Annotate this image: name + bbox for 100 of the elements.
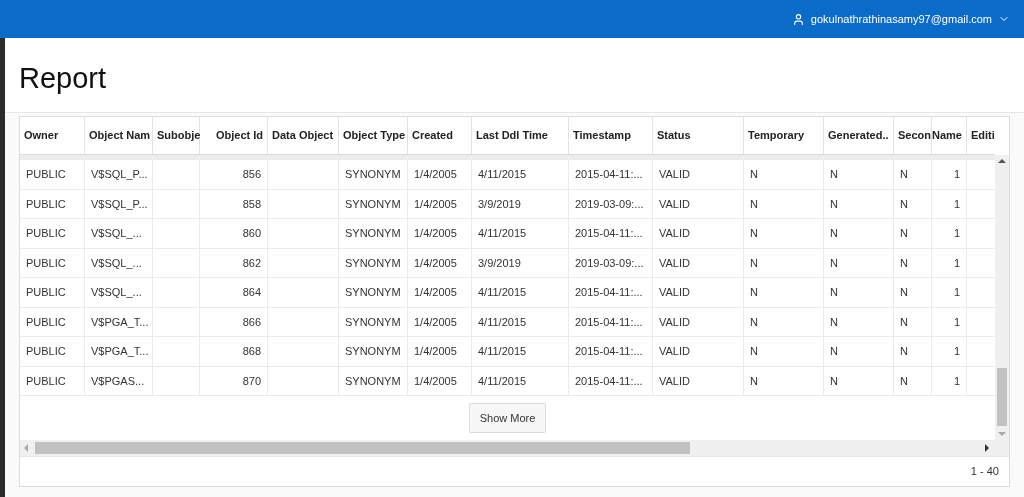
column-header[interactable]: Temporary (744, 117, 824, 154)
table-cell-text: SYNONYM (345, 373, 401, 389)
table-cell-text: VALID (659, 314, 690, 330)
scroll-thumb[interactable] (997, 368, 1007, 426)
table-cell-text: N (900, 314, 908, 330)
table-cell-text: 868 (242, 344, 261, 359)
table-cell-text: N (830, 167, 838, 182)
table-cell-text: VALID (659, 373, 690, 389)
table-cell-text: V$SQL_... (91, 255, 142, 271)
table-cell-text: PUBLIC (26, 196, 66, 212)
table-cell-text: VALID (659, 196, 690, 212)
scroll-thumb[interactable] (35, 442, 690, 454)
pagination-range: 1 - 40 (970, 464, 999, 480)
table-cell-text: PUBLIC (26, 285, 66, 300)
table-cell-text: N (750, 373, 758, 389)
page-title: Report (18, 61, 108, 96)
table-cell-text: 4/11/2015 (478, 226, 527, 241)
table-cell-text: 3/9/2019 (478, 196, 521, 212)
table-cell-text: 866 (242, 314, 261, 330)
table-cell-text: 862 (242, 255, 261, 271)
column-header[interactable]: Created (408, 117, 472, 154)
table-cell-text: N (750, 167, 758, 182)
table-cell-text: N (830, 226, 838, 241)
table-cell-text: 1/4/2005 (414, 314, 457, 330)
table-cell-text: VALID (659, 255, 690, 271)
table-cell-text: 2015-04-11:... (575, 226, 643, 241)
table-cell-text: 1/4/2005 (414, 226, 457, 241)
table-cell-text: PUBLIC (26, 255, 66, 271)
table-cell-text: VALID (659, 226, 690, 241)
table-cell-text: 870 (242, 373, 261, 389)
column-header[interactable]: Subobje (153, 117, 200, 154)
table-cell-text: N (750, 285, 758, 300)
table-cell-text: 4/11/2015 (478, 344, 527, 359)
table-cell-text: N (750, 226, 758, 241)
table-cell-text: SYNONYM (345, 167, 401, 182)
vertical-scrollbar[interactable] (995, 155, 1009, 440)
table-cell-text: N (830, 344, 838, 359)
table-cell-text: N (900, 226, 908, 241)
table-cell-text: N (750, 314, 758, 330)
table-cell-text: 1 (953, 314, 960, 330)
table-cell-text: N (900, 373, 908, 389)
table-cell-text: V$SQL_... (91, 226, 142, 241)
table-cell-text: 1/4/2005 (414, 373, 457, 389)
table-cell-text: 2015-04-11:... (575, 314, 643, 330)
table-cell-text: VALID (659, 167, 690, 182)
table-cell-text: 1 (953, 285, 960, 300)
user-menu[interactable]: gokulnathrathinasamy97@gmail.com (791, 10, 1010, 28)
column-header[interactable]: Object Id (200, 117, 268, 154)
column-header[interactable]: Last Ddl Time (472, 117, 569, 154)
table-cell-text: V$PGA_T... (91, 314, 149, 330)
table-cell-text: N (900, 285, 908, 300)
show-more-button[interactable]: Show More (468, 403, 547, 433)
table-cell-text: N (830, 285, 838, 300)
horizontal-scrollbar[interactable] (20, 440, 1009, 456)
table-cell-text: SYNONYM (345, 285, 401, 300)
table-cell-text: 1/4/2005 (414, 196, 457, 212)
table-cell-text: 4/11/2015 (478, 285, 527, 300)
table-cell-text: 860 (242, 226, 261, 241)
table-cell-text: 3/9/2019 (478, 255, 521, 271)
table-cell-text: N (900, 196, 908, 212)
table-cell-text: 2015-04-11:... (575, 344, 643, 359)
table-cell-text: V$PGA_T... (91, 344, 149, 359)
column-header[interactable]: Secon (894, 117, 932, 154)
column-header[interactable]: Data Object (268, 117, 339, 154)
table-cell-text: 1/4/2005 (414, 255, 457, 271)
table-cell-text: SYNONYM (345, 255, 401, 271)
scroll-left-icon[interactable] (24, 444, 28, 452)
table-cell-text: PUBLIC (26, 167, 66, 182)
table-cell-text: VALID (659, 285, 690, 300)
column-header[interactable]: Editi (967, 117, 995, 154)
table-cell-text: SYNONYM (345, 344, 401, 359)
column-header[interactable]: Object Nam (85, 117, 153, 154)
table-cell-text: V$SQL_P... (91, 196, 148, 212)
table-cell-text: 2019-03-09:... (575, 196, 644, 212)
table-cell-text: PUBLIC (26, 344, 66, 359)
table-cell-text: N (900, 167, 908, 182)
column-header[interactable]: Generated.. (824, 117, 894, 154)
table-cell-text: V$SQL_... (91, 285, 142, 300)
table-cell-text: N (750, 196, 758, 212)
table-cell-text: 1 (953, 196, 960, 212)
table-cell-text: 4/11/2015 (478, 167, 527, 182)
column-header[interactable]: Owner (20, 117, 85, 154)
scroll-down-icon[interactable] (998, 432, 1006, 436)
table-cell-text: 1 (953, 167, 960, 182)
scroll-right-icon[interactable] (985, 444, 989, 452)
column-header[interactable]: Status (653, 117, 744, 154)
table-cell-text: N (830, 314, 838, 330)
scroll-up-icon[interactable] (998, 159, 1006, 163)
table-cell-text: N (830, 373, 838, 389)
table-cell-text: 1 (953, 344, 960, 359)
table-cell-text: 1/4/2005 (414, 344, 457, 359)
table-cell-text: PUBLIC (26, 314, 66, 330)
table-cell-text: N (900, 255, 908, 271)
table-cell-text: 2015-04-11:... (575, 373, 643, 389)
table-cell-text: SYNONYM (345, 314, 401, 330)
table-cell-text: 1/4/2005 (414, 167, 457, 182)
column-header[interactable]: Timestamp (569, 117, 653, 154)
column-header[interactable]: Object Type (339, 117, 408, 154)
column-header[interactable]: Name (932, 117, 967, 154)
table-cell-text: SYNONYM (345, 196, 401, 212)
